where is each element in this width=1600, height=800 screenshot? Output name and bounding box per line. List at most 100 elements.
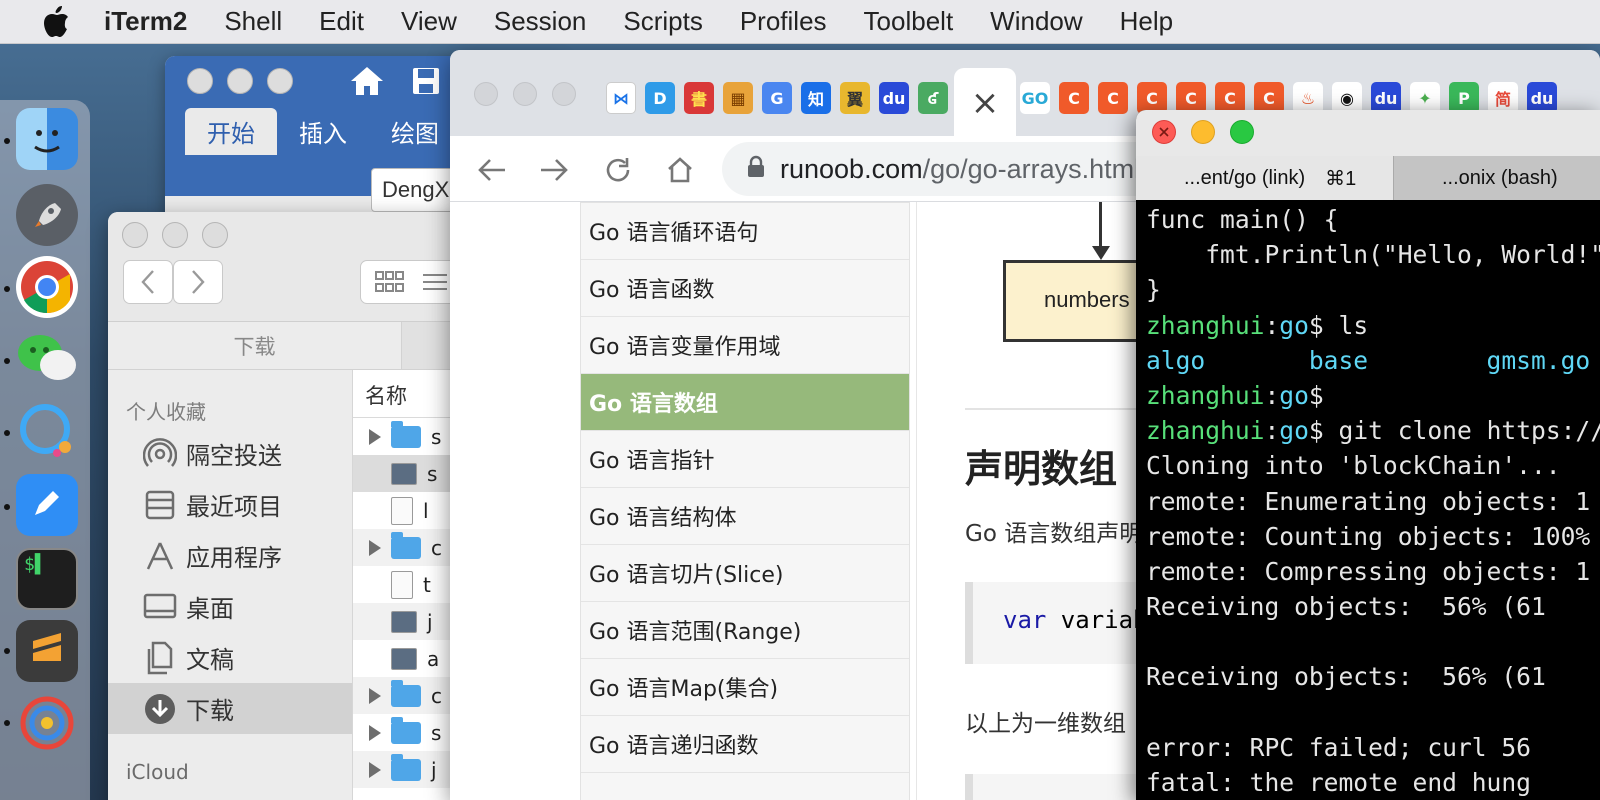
nav-item[interactable]: Go 语言指针 — [581, 431, 909, 488]
pinned-tab-favicon[interactable]: ⋈ — [606, 82, 636, 114]
disclosure-triangle-icon[interactable] — [369, 687, 381, 704]
nav-item[interactable]: Go 语言范围(Range) — [581, 602, 909, 659]
sublime-icon[interactable] — [16, 620, 78, 682]
menu-window[interactable]: Window — [990, 6, 1082, 37]
running-indicator — [4, 138, 10, 144]
url-host: runoob.com — [780, 153, 923, 184]
tab-label: ...ent/go (link) — [1184, 166, 1306, 189]
pinned-tab-favicon[interactable]: du — [879, 82, 909, 114]
notes-pen-icon[interactable] — [16, 474, 78, 536]
pinned-tab-favicon[interactable]: D — [645, 82, 675, 114]
ribbon-tab-home[interactable]: 开始 — [185, 108, 277, 155]
file-name: l — [423, 498, 429, 523]
menu-session[interactable]: Session — [494, 6, 587, 37]
save-icon[interactable] — [411, 66, 441, 100]
pinned-tab-favicon[interactable]: ʛ — [918, 82, 948, 114]
back-arrow-icon[interactable] — [472, 150, 512, 190]
window-zoom-button[interactable] — [202, 222, 228, 248]
window-close-button[interactable] — [474, 82, 498, 106]
pinned-tab-favicon[interactable]: 知 — [801, 82, 831, 114]
nav-item[interactable]: Go 语言递归函数 — [581, 716, 909, 773]
prompt-user: zhanghui — [1146, 380, 1265, 410]
finder-toolbar — [108, 212, 468, 322]
ribbon-tab-draw[interactable]: 绘图 — [369, 108, 461, 155]
lock-icon[interactable] — [746, 155, 766, 183]
menu-edit[interactable]: Edit — [319, 6, 364, 37]
home-icon[interactable] — [660, 150, 700, 190]
ribbon-tab-insert[interactable]: 插入 — [277, 108, 369, 155]
pinned-tab-favicon[interactable]: 書 — [684, 82, 714, 114]
window-zoom-button[interactable] — [267, 68, 293, 94]
disclosure-triangle-icon[interactable] — [369, 539, 381, 556]
forward-button[interactable] — [173, 260, 223, 304]
sidebar-item-applications[interactable]: 应用程序 — [108, 530, 352, 581]
finder-icon[interactable] — [16, 108, 78, 170]
chrome-icon[interactable] — [16, 256, 78, 318]
nav-item[interactable]: Go 语言函数 — [581, 260, 909, 317]
nav-item[interactable]: Go 语言变量作用域 — [581, 317, 909, 374]
sidebar-item-downloads[interactable]: 下载 — [108, 683, 352, 734]
window-minimize-button[interactable] — [227, 68, 253, 94]
pinned-tab-favicon[interactable]: 翼 — [840, 82, 870, 114]
sidebar-item-desktop[interactable]: 桌面 — [108, 581, 352, 632]
menu-app-name[interactable]: iTerm2 — [104, 6, 187, 37]
tab-favicon[interactable]: C — [1059, 82, 1089, 114]
sidebar-item-recents[interactable]: 最近项目 — [108, 479, 352, 530]
folder-icon — [391, 531, 421, 559]
apple-logo-icon[interactable] — [38, 5, 74, 39]
window-minimize-button[interactable] — [1191, 120, 1215, 144]
window-minimize-button[interactable] — [513, 82, 537, 106]
paragraph: Go 语言数组声明 — [965, 521, 1143, 547]
forward-arrow-icon[interactable] — [534, 150, 574, 190]
nav-item[interactable]: Go 语言结构体 — [581, 488, 909, 545]
prompt-command: $ ls — [1308, 310, 1369, 340]
terminal-text: Receiving objects: 56% (61 — [1146, 592, 1546, 622]
iterm-tab-2[interactable]: ...onix (bash) — [1394, 156, 1600, 200]
paragraph: 以上为一维数组 — [965, 711, 1126, 737]
qq-icon[interactable] — [16, 400, 78, 462]
pinned-tab-favicon[interactable]: G — [762, 82, 792, 114]
tab-close-icon[interactable]: × — [971, 83, 1000, 123]
sidebar-item-airdrop[interactable]: 隔空投送 — [108, 428, 352, 479]
tab-favicon[interactable]: GO — [1020, 82, 1050, 114]
iterm-icon[interactable]: $▌ — [16, 548, 78, 610]
terminal-text: fatal: the remote end hung — [1146, 768, 1531, 797]
window-close-button[interactable] — [122, 222, 148, 248]
sidebar-item-label: 应用程序 — [186, 544, 282, 572]
tab-favicon[interactable]: C — [1098, 82, 1128, 114]
nav-item[interactable]: Go 语言Map(集合) — [581, 659, 909, 716]
disclosure-triangle-icon — [369, 503, 381, 519]
nav-item[interactable]: Go 语言循环语句 — [581, 203, 909, 260]
disclosure-triangle-icon[interactable] — [369, 761, 381, 778]
menu-help[interactable]: Help — [1120, 6, 1173, 37]
window-zoom-button[interactable] — [552, 82, 576, 106]
menu-scripts[interactable]: Scripts — [623, 6, 702, 37]
menu-profiles[interactable]: Profiles — [740, 6, 827, 37]
wechat-icon[interactable] — [16, 328, 78, 390]
menu-toolbelt[interactable]: Toolbelt — [864, 6, 954, 37]
menu-shell[interactable]: Shell — [224, 6, 282, 37]
menu-view[interactable]: View — [401, 6, 457, 37]
app-icon[interactable] — [16, 692, 78, 754]
pinned-tab-favicon[interactable]: ▦ — [723, 82, 753, 114]
terminal-text: fmt.Println("Hello, World!") — [1146, 240, 1600, 270]
home-icon[interactable] — [349, 64, 385, 102]
window-close-button[interactable] — [187, 68, 213, 94]
nav-item[interactable]: Go 语言切片(Slice) — [581, 545, 909, 602]
reload-icon[interactable] — [598, 150, 638, 190]
active-tab[interactable]: × — [954, 68, 1016, 138]
recents-icon — [142, 487, 178, 523]
window-close-button[interactable] — [1152, 120, 1176, 144]
terminal-line: remote: Enumerating objects: 1 — [1146, 484, 1600, 519]
back-button[interactable] — [123, 260, 173, 304]
launchpad-rocket-icon[interactable] — [16, 184, 78, 246]
disclosure-triangle-icon[interactable] — [369, 428, 381, 445]
window-minimize-button[interactable] — [162, 222, 188, 248]
nav-item[interactable]: Go 语言数组 — [581, 374, 909, 431]
disclosure-triangle-icon — [369, 466, 381, 482]
disclosure-triangle-icon[interactable] — [369, 724, 381, 741]
window-zoom-button[interactable] — [1230, 120, 1254, 144]
iterm-tab-1[interactable]: ...ent/go (link) ⌘1 — [1136, 156, 1394, 200]
terminal-output[interactable]: func main() { fmt.Println("Hello, World!… — [1136, 200, 1600, 800]
sidebar-item-documents[interactable]: 文稿 — [108, 632, 352, 683]
